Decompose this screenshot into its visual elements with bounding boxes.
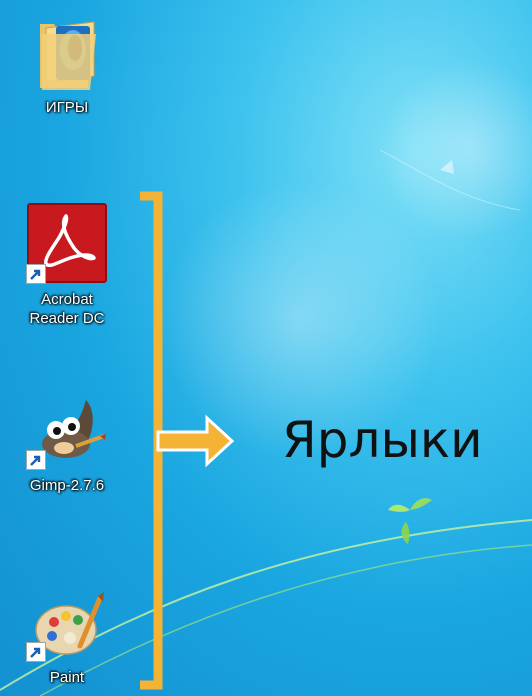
arrow-right-icon: [156, 414, 235, 468]
annotation-caption: Ярлыки: [282, 411, 483, 469]
annotation-bracket: [140, 191, 235, 690]
desktop: ИГРЫ Acrobat Reader DC Gimp-2.7.6 Paint …: [0, 0, 532, 696]
